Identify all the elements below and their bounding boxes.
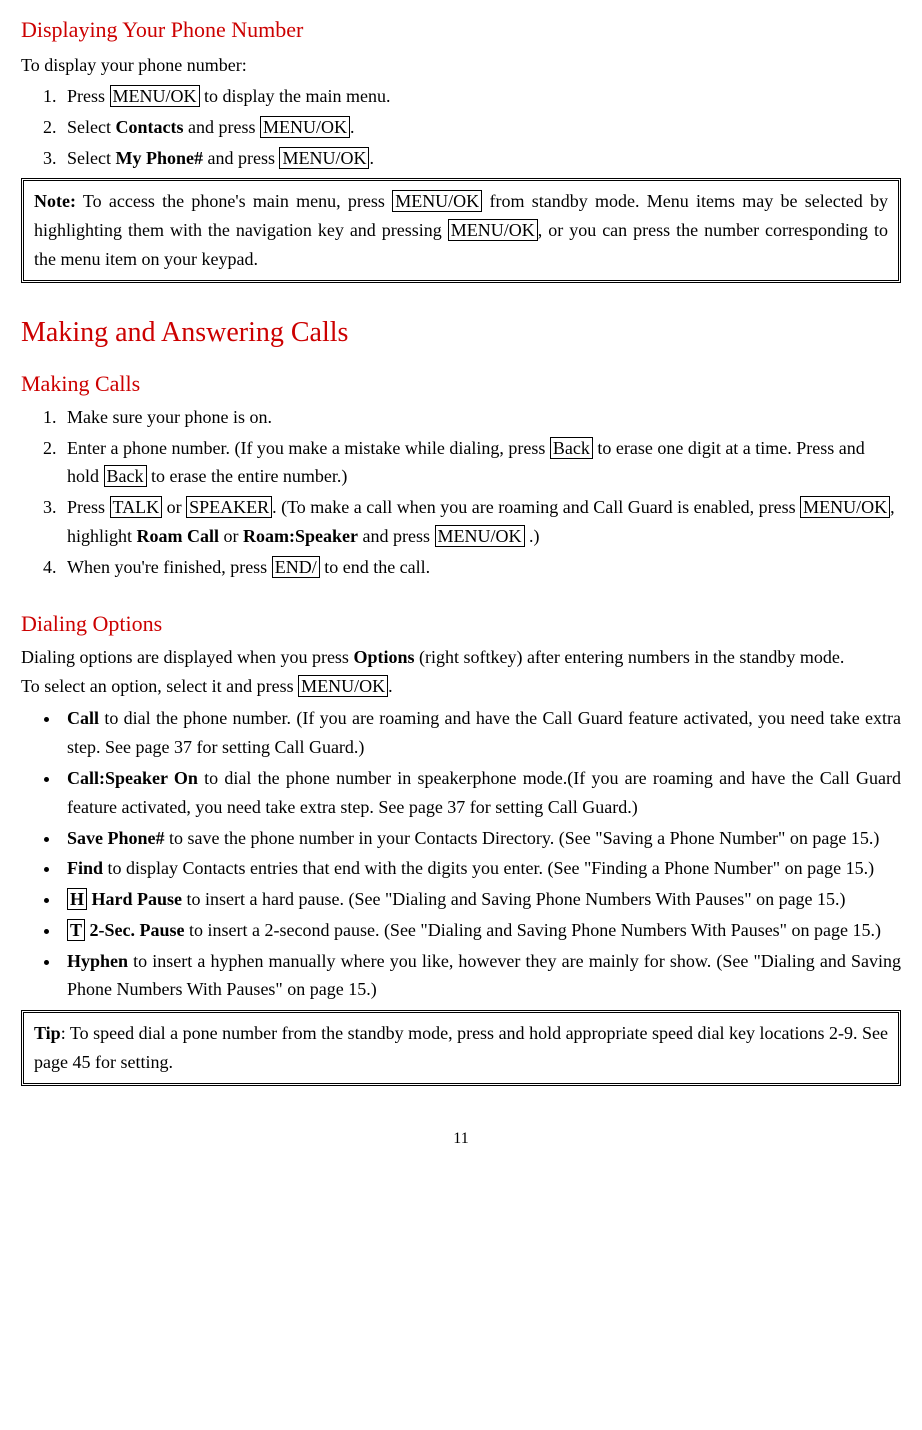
key-speaker: SPEAKER xyxy=(186,496,272,518)
text: Enter a phone number. (If you make a mis… xyxy=(67,438,550,458)
key-menu-ok: MENU/OK xyxy=(800,496,890,518)
key-back: Back xyxy=(550,437,593,459)
term-call-speaker-on: Call:Speaker On xyxy=(67,768,198,788)
text: Press xyxy=(67,497,110,517)
key-back: Back xyxy=(104,465,147,487)
dialing-options-list: Call to dial the phone number. (If you a… xyxy=(21,704,901,1004)
text: to display the main menu. xyxy=(200,86,391,106)
step-2: Select Contacts and press MENU/OK. xyxy=(61,113,901,142)
heading-making-calls: Making Calls xyxy=(21,366,901,401)
text: to display Contacts entries that end wit… xyxy=(103,858,874,878)
key-t: T xyxy=(67,919,85,941)
dialing-options-intro-2: To select an option, select it and press… xyxy=(21,672,901,701)
text: : To speed dial a pone number from the s… xyxy=(34,1023,888,1072)
term-save-phone: Save Phone# xyxy=(67,828,165,848)
term-contacts: Contacts xyxy=(115,117,183,137)
option-2sec-pause: T 2-Sec. Pause to insert a 2-second paus… xyxy=(61,916,901,945)
displaying-steps-list: Press MENU/OK to display the main menu. … xyxy=(21,82,901,172)
text: . xyxy=(369,148,374,168)
term-call: Call xyxy=(67,708,99,728)
dialing-options-intro-1: Dialing options are displayed when you p… xyxy=(21,643,901,672)
tip-label: Tip xyxy=(34,1023,61,1043)
step-2: Enter a phone number. (If you make a mis… xyxy=(61,434,901,492)
key-menu-ok: MENU/OK xyxy=(392,190,482,212)
text: When you're finished, press xyxy=(67,557,272,577)
text: To select an option, select it and press xyxy=(21,676,298,696)
text: and press xyxy=(183,117,259,137)
text: or xyxy=(219,526,243,546)
text: (right softkey) after entering numbers i… xyxy=(414,647,844,667)
key-menu-ok: MENU/OK xyxy=(435,525,525,547)
text: Press xyxy=(67,86,110,106)
heading-dialing-options: Dialing Options xyxy=(21,606,901,641)
key-menu-ok: MENU/OK xyxy=(298,675,388,697)
text: Dialing options are displayed when you p… xyxy=(21,647,353,667)
option-save-phone: Save Phone# to save the phone number in … xyxy=(61,824,901,853)
key-menu-ok: MENU/OK xyxy=(260,116,350,138)
term-roam-speaker: Roam:Speaker xyxy=(243,526,358,546)
heading-making-answering-calls: Making and Answering Calls xyxy=(21,311,901,356)
term-options: Options xyxy=(353,647,414,667)
text: . (To make a call when you are roaming a… xyxy=(272,497,800,517)
text: .) xyxy=(525,526,540,546)
text: to dial the phone number. (If you are ro… xyxy=(67,708,901,757)
text: and press xyxy=(358,526,434,546)
key-h: H xyxy=(67,888,87,910)
intro-text: To display your phone number: xyxy=(21,51,901,80)
note-box: Note: To access the phone's main menu, p… xyxy=(21,178,901,282)
option-find: Find to display Contacts entries that en… xyxy=(61,854,901,883)
text: To access the phone's main menu, press xyxy=(76,191,392,211)
option-hard-pause: H Hard Pause to insert a hard pause. (Se… xyxy=(61,885,901,914)
text: and press xyxy=(203,148,279,168)
text: to end the call. xyxy=(320,557,430,577)
note-label: Note: xyxy=(34,191,76,211)
option-call: Call to dial the phone number. (If you a… xyxy=(61,704,901,762)
step-4: When you're finished, press END/ to end … xyxy=(61,553,901,582)
term-hard-pause: Hard Pause xyxy=(87,889,182,909)
tip-box: Tip: To speed dial a pone number from th… xyxy=(21,1010,901,1086)
making-calls-steps: Make sure your phone is on. Enter a phon… xyxy=(21,403,901,582)
text: to insert a 2-second pause. (See "Dialin… xyxy=(185,920,882,940)
term-find: Find xyxy=(67,858,103,878)
step-1: Make sure your phone is on. xyxy=(61,403,901,432)
key-end: END/ xyxy=(272,556,320,578)
key-menu-ok: MENU/OK xyxy=(110,85,200,107)
term-my-phone: My Phone# xyxy=(115,148,203,168)
step-3: Select My Phone# and press MENU/OK. xyxy=(61,144,901,173)
text: to erase the entire number.) xyxy=(147,466,348,486)
option-call-speaker-on: Call:Speaker On to dial the phone number… xyxy=(61,764,901,822)
option-hyphen: Hyphen to insert a hyphen manually where… xyxy=(61,947,901,1005)
key-talk: TALK xyxy=(110,496,163,518)
text: Select xyxy=(67,148,115,168)
key-menu-ok: MENU/OK xyxy=(448,219,538,241)
term-2sec-pause: 2-Sec. Pause xyxy=(85,920,184,940)
text: . xyxy=(350,117,355,137)
key-menu-ok: MENU/OK xyxy=(279,147,369,169)
text: Select xyxy=(67,117,115,137)
step-1: Press MENU/OK to display the main menu. xyxy=(61,82,901,111)
heading-displaying-phone-number: Displaying Your Phone Number xyxy=(21,12,901,47)
term-roam-call: Roam Call xyxy=(137,526,220,546)
term-hyphen: Hyphen xyxy=(67,951,128,971)
step-3: Press TALK or SPEAKER. (To make a call w… xyxy=(61,493,901,551)
text: to save the phone number in your Contact… xyxy=(165,828,880,848)
text: to insert a hard pause. (See "Dialing an… xyxy=(182,889,846,909)
page-number: 11 xyxy=(21,1126,901,1152)
text: or xyxy=(162,497,186,517)
text: . xyxy=(388,676,393,696)
text: to insert a hyphen manually where you li… xyxy=(67,951,901,1000)
